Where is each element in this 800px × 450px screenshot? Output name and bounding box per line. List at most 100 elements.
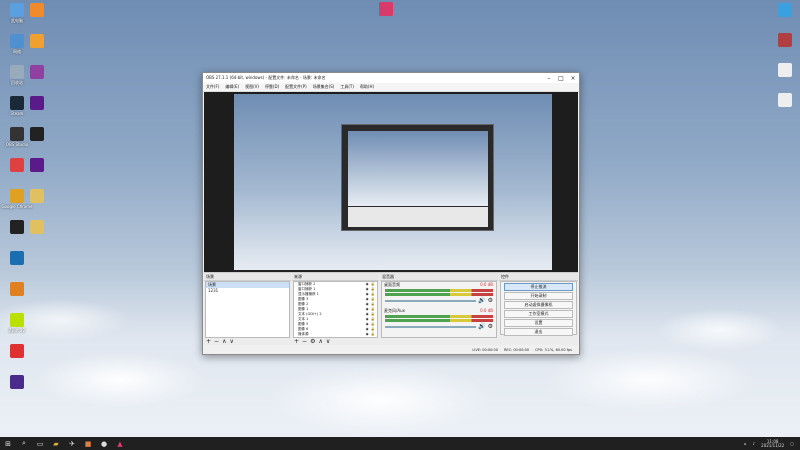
menu-edit[interactable]: 编辑(E) bbox=[225, 84, 239, 90]
add-icon[interactable]: + bbox=[206, 338, 211, 345]
network-icon[interactable]: ⌂ bbox=[744, 441, 747, 446]
desktop-icon[interactable] bbox=[0, 282, 34, 297]
obs-titlebar[interactable]: OBS 27.1.1 (64-bit, windows) - 配置文件: 未命名… bbox=[203, 73, 579, 83]
controls-dock-title: 控件 bbox=[499, 273, 578, 281]
menu-file[interactable]: 文件(F) bbox=[206, 84, 219, 90]
desktop-icon[interactable] bbox=[20, 65, 54, 80]
scenes-list: 场景 1231 bbox=[205, 281, 290, 338]
preview-nested-docks bbox=[348, 207, 488, 227]
obs-icon[interactable]: ● bbox=[96, 437, 112, 450]
desktop-icon[interactable] bbox=[768, 3, 800, 18]
gear-icon[interactable]: ⚙ bbox=[310, 338, 315, 345]
app-icon bbox=[10, 251, 24, 265]
speaker-icon[interactable]: 🔊 bbox=[478, 323, 485, 330]
lock-icon[interactable]: 🔒 bbox=[371, 332, 375, 337]
cpu-status: CPU: 3.1%, 60.00 fps bbox=[535, 347, 572, 352]
notification-icon[interactable]: ▢ bbox=[790, 441, 794, 446]
menu-help[interactable]: 帮助(H) bbox=[360, 84, 374, 90]
desktop-icon[interactable] bbox=[0, 375, 34, 390]
app-icon bbox=[10, 375, 24, 389]
desktop-icon[interactable] bbox=[20, 220, 54, 235]
volume-meter bbox=[385, 289, 493, 292]
clock[interactable]: 11:08 2021/11/22 bbox=[761, 439, 785, 448]
sources-dock: 来源 窗口捕获 2 ◉ 🔒 窗口捕获 1 ◉ 🔒 显示器捕获 1 ◉ 🔒 图像 3 ◉ 🔒 图像 2 ◉ 🔒… bbox=[292, 273, 379, 345]
status-bar: LIVE: 00:00:00 REC: 00:00:00 CPU: 3.1%, … bbox=[204, 345, 578, 354]
minimize-icon[interactable]: – bbox=[543, 75, 555, 82]
app-icon[interactable]: ■ bbox=[80, 437, 96, 450]
speaker-icon[interactable]: 🔊 bbox=[478, 297, 485, 304]
desktop-icon[interactable] bbox=[20, 96, 54, 111]
sources-toolbar: + − ⚙ ∧ ∨ bbox=[294, 338, 330, 345]
folder-icon[interactable]: ▰ bbox=[48, 437, 64, 450]
desktop-icon-label: 网络 bbox=[13, 49, 21, 54]
controls-dock: 控件 停止推流 开始录制 启动虚拟摄像机 工作室模式 设置 退出 bbox=[499, 273, 578, 345]
desktop-icon-label: 此电脑 bbox=[11, 18, 23, 23]
app-icon bbox=[379, 2, 393, 16]
start-recording-button[interactable]: 开始录制 bbox=[504, 292, 573, 300]
maximize-icon[interactable]: □ bbox=[555, 75, 567, 82]
desktop-icon[interactable] bbox=[20, 189, 54, 204]
window-title: OBS 27.1.1 (64-bit, windows) - 配置文件: 未命名… bbox=[206, 75, 326, 80]
studio-mode-button[interactable]: 工作室模式 bbox=[504, 310, 573, 318]
menu-tools[interactable]: 工具(T) bbox=[340, 84, 354, 90]
desktop-icon[interactable] bbox=[768, 33, 800, 48]
menu-docks[interactable]: 停靠(D) bbox=[265, 84, 279, 90]
speaker-icon[interactable]: ♪ bbox=[753, 441, 756, 446]
date: 2021/11/22 bbox=[761, 442, 785, 448]
desktop-icon[interactable] bbox=[20, 127, 54, 142]
desktop-icon[interactable] bbox=[20, 3, 54, 18]
desktop-icon[interactable] bbox=[20, 34, 54, 49]
menu-profile[interactable]: 配置文件(P) bbox=[285, 84, 307, 90]
gear-icon[interactable]: ⚙ bbox=[488, 323, 493, 330]
windows-start-icon[interactable]: ⊞ bbox=[0, 437, 16, 450]
desktop-icon[interactable]: Zwift 22 bbox=[0, 313, 34, 333]
desktop-icon-label: Steam bbox=[10, 111, 24, 116]
remove-icon[interactable]: − bbox=[214, 338, 219, 345]
desktop-icon[interactable] bbox=[768, 63, 800, 78]
mixer-dock-title: 混音器 bbox=[380, 273, 498, 281]
desktop-icon[interactable] bbox=[0, 251, 34, 266]
move-up-icon[interactable]: ∧ bbox=[318, 338, 322, 345]
move-down-icon[interactable]: ∨ bbox=[326, 338, 330, 345]
gear-icon[interactable]: ⚙ bbox=[488, 297, 493, 304]
volume-slider[interactable] bbox=[385, 299, 477, 302]
desktop-icon[interactable] bbox=[768, 93, 800, 108]
desktop-icon[interactable] bbox=[20, 158, 54, 173]
app-icon bbox=[778, 3, 792, 17]
volume-slider[interactable] bbox=[385, 325, 477, 328]
app-icon[interactable]: ▲ bbox=[112, 437, 128, 450]
task-view-icon[interactable]: ▭ bbox=[32, 437, 48, 450]
list-item[interactable]: 1231 bbox=[206, 288, 289, 294]
remove-icon[interactable]: − bbox=[302, 338, 307, 345]
app-icon[interactable]: ✈ bbox=[64, 437, 80, 450]
docks-area: 场景 场景 1231 + − ∧ ∨ 来源 窗口捕获 2 ◉ 🔒 窗口捕获 1 ◉ 🔒 显示… bbox=[204, 272, 578, 345]
source-name: 媒体源 bbox=[298, 332, 309, 336]
eye-icon[interactable]: ◉ bbox=[366, 332, 369, 337]
menu-view[interactable]: 视图(V) bbox=[245, 84, 259, 90]
controls-body: 停止推流 开始录制 启动虚拟摄像机 工作室模式 设置 退出 bbox=[500, 281, 577, 336]
app-icon bbox=[30, 127, 44, 141]
virtual-camera-button[interactable]: 启动虚拟摄像机 bbox=[504, 301, 573, 309]
live-status: LIVE: 00:00:00 bbox=[472, 347, 498, 352]
add-icon[interactable]: + bbox=[294, 338, 299, 345]
close-icon[interactable]: × bbox=[567, 75, 579, 82]
app-icon bbox=[10, 313, 24, 327]
scenes-dock-title: 场景 bbox=[204, 273, 291, 281]
move-down-icon[interactable]: ∨ bbox=[229, 338, 233, 345]
obs-window[interactable]: OBS 27.1.1 (64-bit, windows) - 配置文件: 未命名… bbox=[202, 72, 580, 355]
move-up-icon[interactable]: ∧ bbox=[222, 338, 226, 345]
desktop-icon[interactable] bbox=[0, 344, 34, 359]
stop-streaming-button[interactable]: 停止推流 bbox=[504, 283, 573, 291]
channel-name: 麦克风/Aux bbox=[384, 308, 405, 313]
exit-button[interactable]: 退出 bbox=[504, 328, 573, 336]
app-icon bbox=[778, 93, 792, 107]
mixer-body: 桌面音频 0.0 dB 🔊 ⚙ 麦克风/Aux 0.0 dB 🔊 ⚙ bbox=[381, 281, 497, 338]
menu-scene-collection[interactable]: 场景集合(S) bbox=[313, 84, 335, 90]
desktop-icon-app[interactable] bbox=[369, 2, 403, 17]
settings-button[interactable]: 设置 bbox=[504, 319, 573, 327]
app-icon bbox=[778, 33, 792, 47]
search-icon[interactable]: ⌕ bbox=[16, 437, 32, 450]
source-row[interactable]: 媒体源 ◉ 🔒 bbox=[294, 332, 377, 337]
sources-dock-title: 来源 bbox=[292, 273, 379, 281]
preview-nested-obs bbox=[341, 124, 494, 231]
